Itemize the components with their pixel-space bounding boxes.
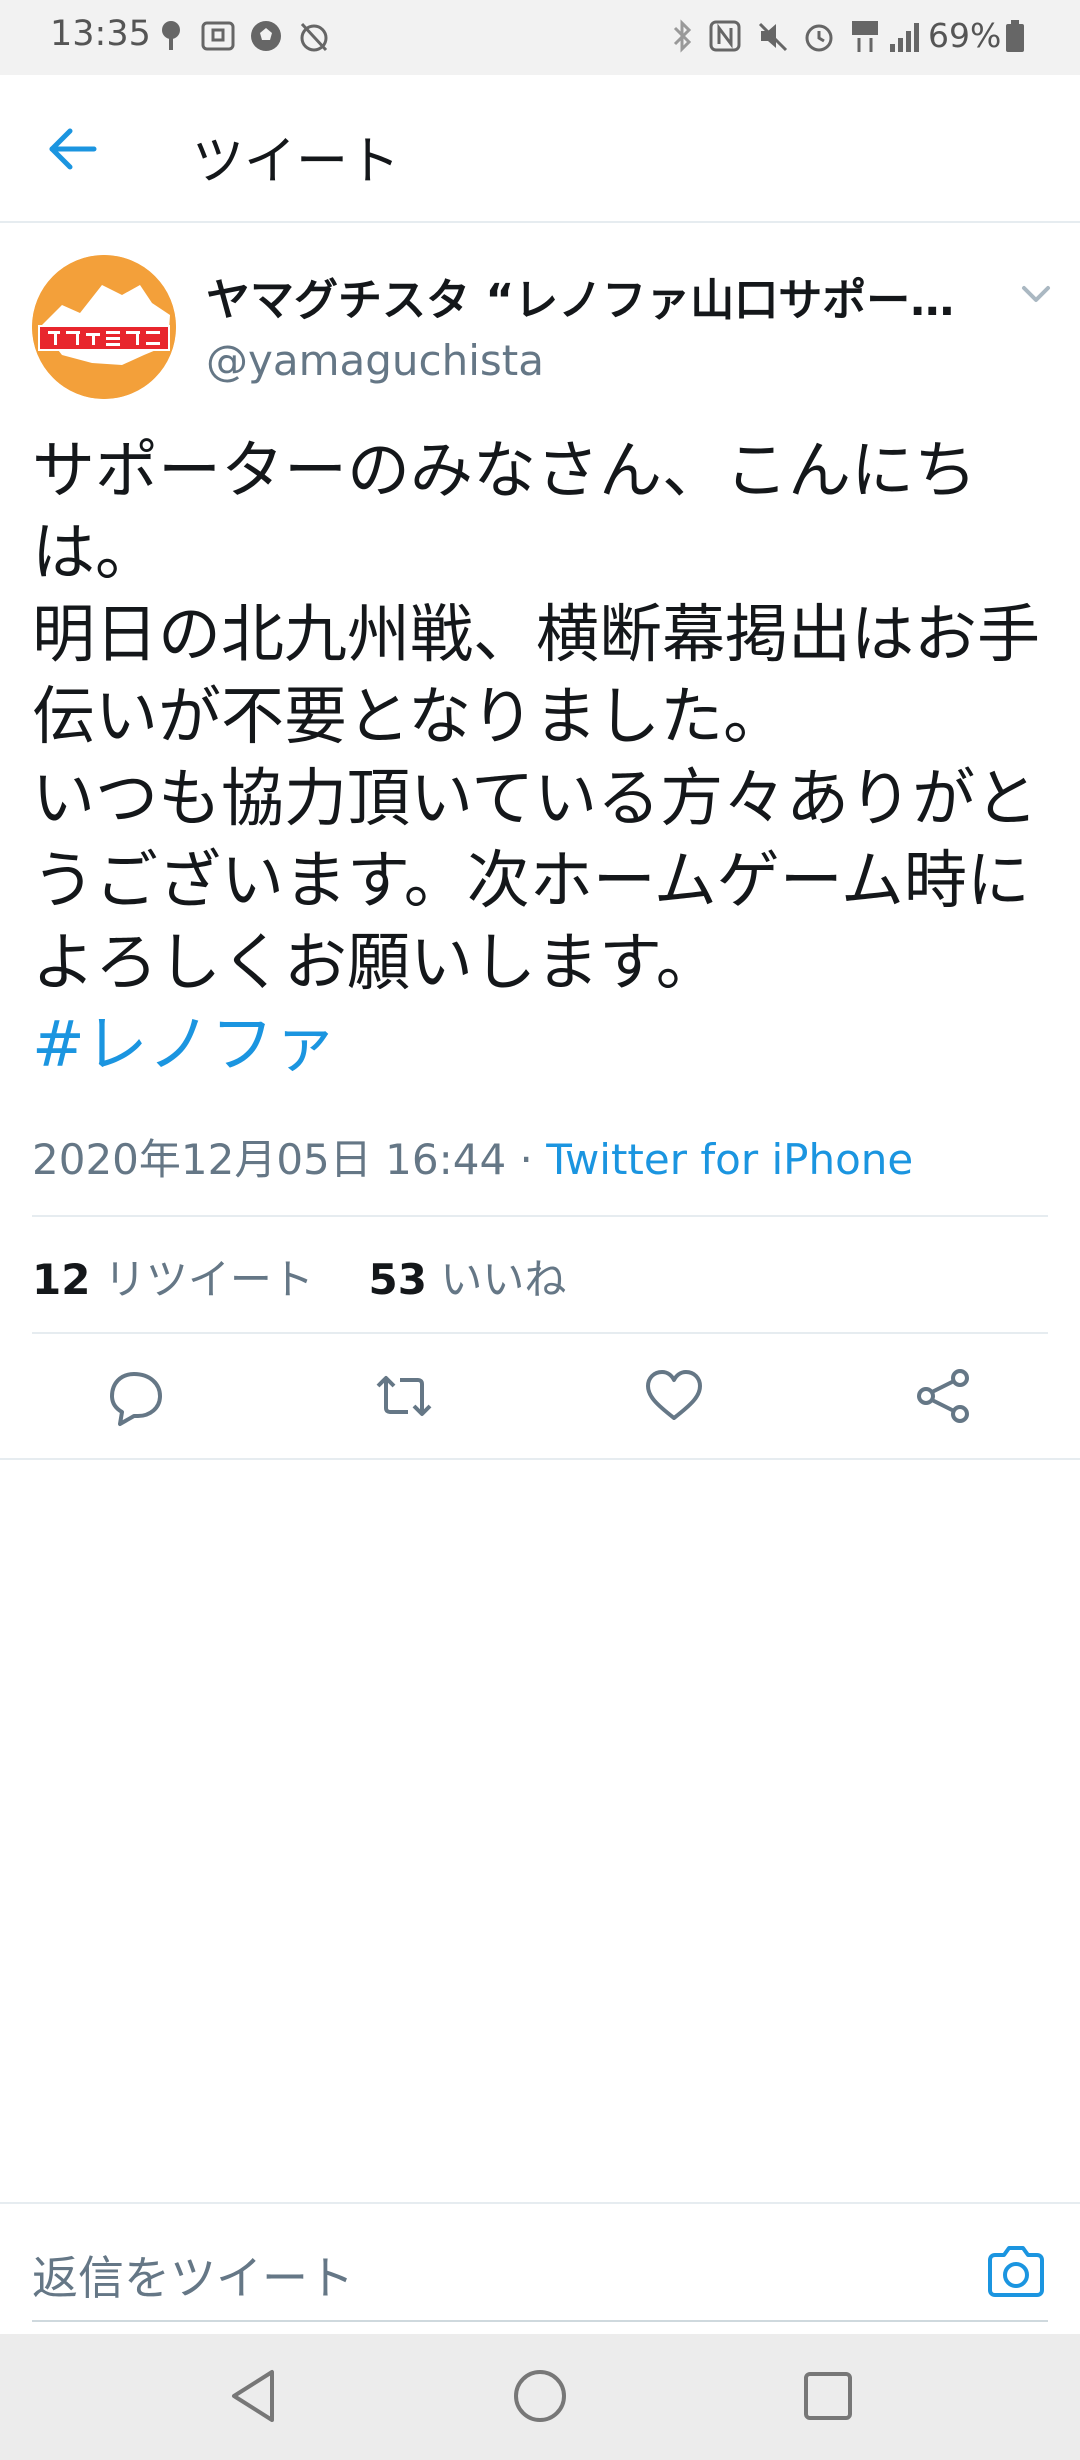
tweet-body: サポーターのみなさん、こんにちは。 明日の北九州戦、横断幕掲出はお手伝いが不要と… (32, 430, 1048, 1086)
nav-recents-button[interactable] (796, 2364, 860, 2428)
divider (0, 1458, 1080, 1460)
4g-data-icon (850, 18, 880, 54)
retweets-stat[interactable]: 12 リツイート (32, 1255, 314, 1304)
meta-separator: · (506, 1135, 547, 1184)
retweets-count: 12 (32, 1255, 91, 1304)
back-arrow-icon (49, 128, 97, 170)
back-button[interactable] (44, 119, 104, 179)
alarm-off-icon (296, 18, 332, 54)
system-navigation-bar (0, 2334, 1080, 2460)
signal-icon (888, 18, 924, 54)
triangle-back-icon (232, 2370, 274, 2422)
retweets-label: リツイート (103, 1255, 314, 1304)
camera-button[interactable] (984, 2240, 1048, 2304)
retweet-icon (376, 1376, 432, 1416)
share-button[interactable] (912, 1364, 976, 1428)
square-recents-icon (804, 2372, 852, 2420)
nav-back-button[interactable] (222, 2364, 286, 2428)
hashtag-link[interactable]: #レノファ (32, 1004, 1048, 1086)
divider (32, 1215, 1048, 1217)
soccer-ball-icon (248, 18, 284, 54)
reply-bar: 返信をツイート (0, 2202, 1080, 2336)
likes-label: いいね (440, 1255, 567, 1304)
mute-icon (756, 18, 790, 54)
camera-icon (988, 2246, 1044, 2297)
avatar[interactable] (32, 255, 176, 399)
nfc-icon (708, 18, 742, 54)
likes-count: 53 (368, 1255, 427, 1304)
tweet-meta: 2020年12月05日 16:44 · Twitter for iPhone (32, 1126, 913, 1187)
tweet-actions (0, 1334, 1080, 1458)
share-icon (917, 1369, 969, 1423)
chevron-down-icon (1022, 286, 1050, 302)
bluetooth-icon (670, 18, 694, 54)
retweet-button[interactable] (372, 1364, 436, 1428)
reply-button[interactable] (104, 1364, 168, 1428)
reply-input-underline (32, 2320, 1048, 2322)
author-handle[interactable]: @yamaguchista (206, 336, 544, 385)
likes-stat[interactable]: 53 いいね (369, 1255, 567, 1304)
circle-home-icon (514, 2370, 566, 2422)
app-header: ツイート (0, 75, 1080, 223)
like-button[interactable] (642, 1364, 706, 1428)
tweet-source-link[interactable]: Twitter for iPhone (546, 1135, 913, 1184)
tweet-timestamp: 2020年12月05日 16:44 (32, 1135, 507, 1184)
alarm-icon (802, 18, 836, 54)
status-time: 13:35 (50, 14, 151, 54)
status-bar: 13:35 69% (0, 0, 1080, 75)
tweet-text: サポーターのみなさん、こんにちは。 明日の北九州戦、横断幕掲出はお手伝いが不要と… (32, 434, 1040, 999)
reply-icon (110, 1372, 162, 1426)
author-display-name[interactable]: ヤマグチスタ “レノファ山口サポー… (206, 264, 966, 328)
battery-icon (1004, 18, 1026, 54)
tweet-options-button[interactable] (1016, 280, 1056, 310)
reply-input[interactable]: 返信をツイート (32, 2242, 354, 2308)
profile-logo (32, 255, 176, 399)
nav-home-button[interactable] (508, 2364, 572, 2428)
screenshot-icon (200, 18, 236, 54)
tweet-stats: 12 リツイート 53 いいね (32, 1246, 566, 1307)
heart-icon (646, 1370, 702, 1420)
battery-percentage: 69% (928, 16, 1002, 55)
notification-icon (158, 18, 184, 54)
page-title: ツイート (192, 132, 401, 192)
